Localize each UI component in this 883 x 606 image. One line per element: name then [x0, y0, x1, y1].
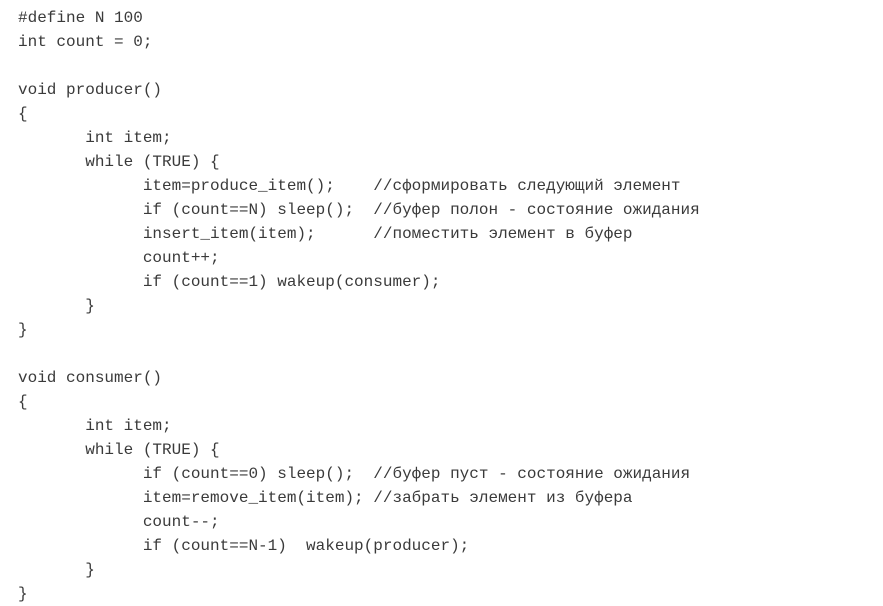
code-listing: #define N 100 int count = 0; void produc…: [0, 0, 883, 606]
